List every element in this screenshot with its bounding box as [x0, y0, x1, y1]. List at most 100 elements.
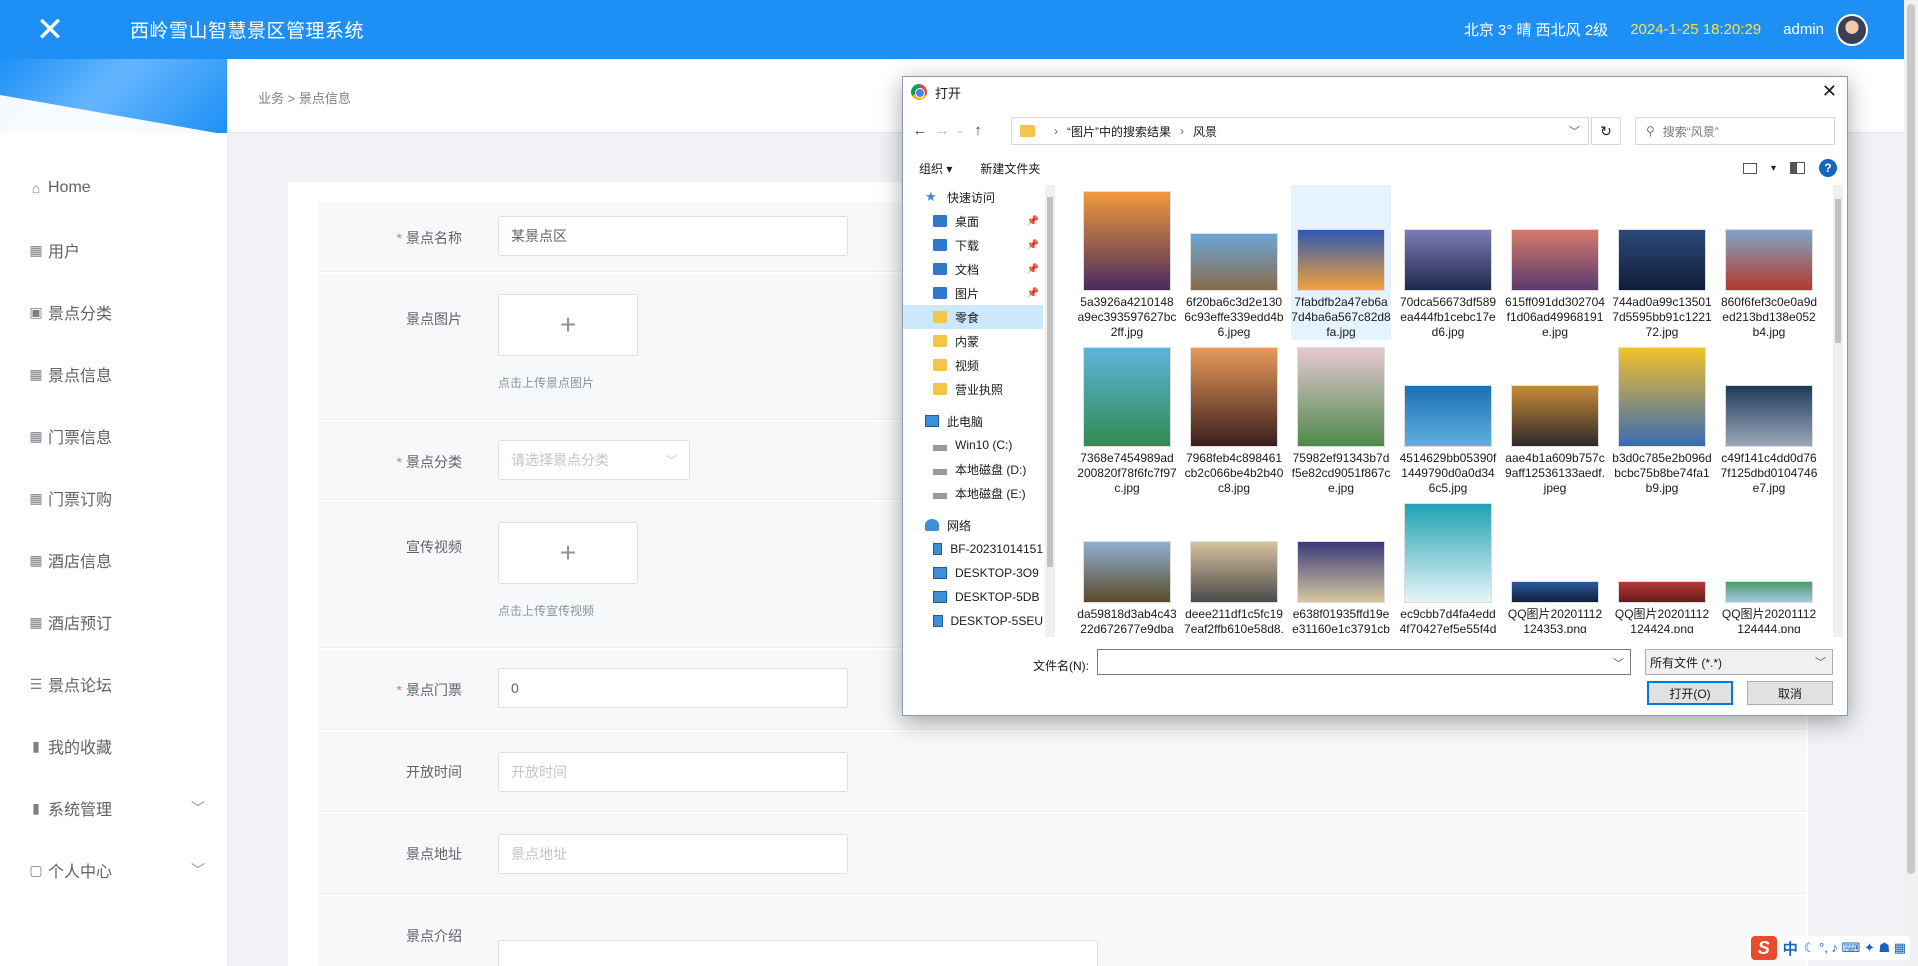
- file-item[interactable]: ec9cbb7d4fa4edd4f70427ef5e55f4d4.jpg: [1398, 497, 1498, 633]
- file-item[interactable]: QQ图片20201112124353.png: [1505, 497, 1605, 633]
- filetype-select[interactable]: 所有文件 (*.*) ﹀: [1645, 649, 1833, 675]
- organize-menu[interactable]: 组织 ▾: [919, 160, 952, 177]
- sidebar-item[interactable]: ▦ 门票订购: [0, 467, 227, 529]
- file-item[interactable]: 6f20ba6c3d2e1306c93effe339edd4b6.jpeg: [1184, 185, 1284, 340]
- nav-item[interactable]: 网络: [903, 513, 1043, 537]
- help-icon[interactable]: ?: [1819, 159, 1837, 177]
- back-arrow-icon[interactable]: ←: [909, 122, 931, 139]
- nav-item[interactable]: 零食: [903, 305, 1043, 329]
- cancel-button[interactable]: 取消: [1747, 681, 1833, 705]
- nav-item[interactable]: 内蒙: [903, 329, 1043, 353]
- address-bar[interactable]: › “图片”中的搜索结果 › 风景 ﹀: [1011, 117, 1589, 145]
- chevron-down-icon[interactable]: ﹀: [1613, 655, 1624, 671]
- search-input[interactable]: ⚲ 搜索“风景”: [1635, 117, 1835, 145]
- nav-item[interactable]: DESKTOP-3O9: [903, 561, 1043, 585]
- close-icon[interactable]: ✕: [0, 0, 100, 59]
- intro-textarea[interactable]: [498, 940, 1098, 966]
- address-segment[interactable]: 风景: [1193, 123, 1217, 140]
- ime-lang[interactable]: 中: [1783, 938, 1798, 959]
- file-item[interactable]: 7368e7454989ad200820f78f6fc7f97c.jpg: [1077, 341, 1177, 496]
- nav-scrollbar[interactable]: [1045, 185, 1055, 637]
- video-upload-button[interactable]: +: [498, 522, 638, 584]
- nav-item[interactable]: ★ 快速访问: [903, 185, 1043, 209]
- file-item[interactable]: aae4b1a609b757c9aff12536133aedf.jpeg: [1505, 341, 1605, 496]
- file-item[interactable]: da59818d3ab4c4322d672677e9dba405.jpg: [1077, 497, 1177, 633]
- avatar[interactable]: [1836, 13, 1868, 46]
- sidebar-item[interactable]: ☰ 景点论坛: [0, 653, 227, 715]
- file-item[interactable]: 860f6fef3c0e0a9ded213bd138e052b4.jpg: [1719, 185, 1819, 340]
- sidebar-item[interactable]: ▢ 个人中心 ﹀: [0, 839, 227, 901]
- ime-tray-icons[interactable]: ☾ °, ♪ ⌨ ✦ ☗ ▦: [1804, 940, 1906, 956]
- chevron-down-icon[interactable]: ﹀: [1569, 123, 1580, 139]
- open-time-input[interactable]: 开放时间: [498, 752, 848, 792]
- nav-item[interactable]: 文档 📌: [903, 257, 1043, 281]
- files-scrollbar[interactable]: [1833, 185, 1843, 637]
- ime-toolbar: S 中 ☾ °, ♪ ⌨ ✦ ☗ ▦: [1746, 936, 1910, 960]
- file-name: 7fabdfb2a47eb6a7d4ba6a567c82d8fa.jpg: [1291, 295, 1391, 339]
- sidebar-item[interactable]: ▮ 我的收藏: [0, 715, 227, 777]
- nav-item[interactable]: BF-20231014151: [903, 537, 1043, 561]
- nav-item-label: 内蒙: [955, 334, 980, 349]
- file-name: 744ad0a99c135017d5595bb91c122172.jpg: [1612, 295, 1712, 339]
- sidebar-item[interactable]: ▦ 酒店信息: [0, 529, 227, 591]
- file-item[interactable]: 615ff091dd302704f1d06ad49968191e.jpg: [1505, 185, 1605, 340]
- refresh-icon[interactable]: ↻: [1591, 117, 1621, 145]
- name-input[interactable]: 某景点区: [498, 216, 848, 256]
- nav-item[interactable]: 本地磁盘 (E:): [903, 481, 1043, 505]
- file-item[interactable]: 4514629bb05390f1449790d0a0d346c5.jpg: [1398, 341, 1498, 496]
- sidebar-item[interactable]: ▮ 系统管理 ﹀: [0, 777, 227, 839]
- file-item[interactable]: QQ图片20201112124444.png: [1719, 497, 1819, 633]
- file-item[interactable]: 5a3926a4210148a9ec393597627bc2ff.jpg: [1077, 185, 1177, 340]
- image-upload-button[interactable]: +: [498, 294, 638, 356]
- page-scrollbar-thumb[interactable]: [1907, 4, 1915, 874]
- sidebar-item[interactable]: ▦ 门票信息: [0, 405, 227, 467]
- sidebar-item[interactable]: ⌂ Home: [0, 157, 227, 219]
- forward-arrow-icon[interactable]: →: [931, 122, 953, 139]
- file-item[interactable]: deee211df1c5fc197eaf2ffb610e58d8.jpg: [1184, 497, 1284, 633]
- address-label: 景点地址: [406, 846, 462, 862]
- file-item[interactable]: e638f01935ffd19ee31160e1c3791cb2.jpg: [1291, 497, 1391, 633]
- up-arrow-icon[interactable]: ↑: [967, 122, 989, 139]
- filename-row: 文件名(N): ﹀ 所有文件 (*.*) ﹀: [903, 649, 1847, 679]
- nav-item[interactable]: 桌面 📌: [903, 209, 1043, 233]
- file-item[interactable]: 7fabdfb2a47eb6a7d4ba6a567c82d8fa.jpg: [1291, 185, 1391, 340]
- chevron-down-icon[interactable]: ▾: [1771, 163, 1776, 174]
- filename-input[interactable]: ﹀: [1097, 649, 1631, 675]
- nav-item[interactable]: DESKTOP-5DB: [903, 585, 1043, 609]
- close-icon[interactable]: ✕: [1822, 81, 1837, 102]
- address-input[interactable]: 景点地址: [498, 834, 848, 874]
- nav-item[interactable]: 营业执照: [903, 377, 1043, 401]
- history-dropdown-icon[interactable]: ⌄: [953, 125, 967, 136]
- menu-icon: ⌂: [31, 180, 41, 196]
- address-segment[interactable]: “图片”中的搜索结果: [1067, 123, 1171, 140]
- nav-scrollbar-thumb[interactable]: [1047, 197, 1053, 567]
- sidebar-item[interactable]: ▣ 景点分类: [0, 281, 227, 343]
- ticket-input[interactable]: 0: [498, 668, 848, 708]
- nav-item[interactable]: 此电脑: [903, 409, 1043, 433]
- sidebar-item[interactable]: ▦ 用户: [0, 219, 227, 281]
- nav-item[interactable]: 视频: [903, 353, 1043, 377]
- nav-item[interactable]: Win10 (C:): [903, 433, 1043, 457]
- nav-item[interactable]: 本地磁盘 (D:): [903, 457, 1043, 481]
- sidebar-item[interactable]: ▦ 酒店预订: [0, 591, 227, 653]
- view-mode-icon[interactable]: [1742, 162, 1757, 174]
- file-item[interactable]: c49f141c4dd0d767f125dbd0104746e7.jpg: [1719, 341, 1819, 496]
- nav-item[interactable]: 图片 📌: [903, 281, 1043, 305]
- category-select[interactable]: 请选择景点分类 ﹀: [498, 440, 690, 480]
- new-folder-button[interactable]: 新建文件夹: [980, 160, 1040, 177]
- file-item[interactable]: b3d0c785e2b096dbcbc75b8be74fa1b9.jpg: [1612, 341, 1712, 496]
- file-item[interactable]: QQ图片20201112124424.png: [1612, 497, 1712, 633]
- open-button[interactable]: 打开(O): [1647, 681, 1733, 705]
- file-item[interactable]: 75982ef91343b7df5e82cd9051f867ce.jpg: [1291, 341, 1391, 496]
- file-item[interactable]: 70dca56673df589ea444fb1cebc17ed6.jpg: [1398, 185, 1498, 340]
- sogou-logo[interactable]: S: [1750, 936, 1777, 960]
- preview-pane-icon[interactable]: [1790, 162, 1805, 174]
- file-item[interactable]: 744ad0a99c135017d5595bb91c122172.jpg: [1612, 185, 1712, 340]
- nav-item[interactable]: 下载 📌: [903, 233, 1043, 257]
- file-item[interactable]: 7968feb4c898461cb2c066be4b2b40c8.jpg: [1184, 341, 1284, 496]
- username[interactable]: admin: [1783, 21, 1824, 38]
- files-scrollbar-thumb[interactable]: [1835, 199, 1841, 343]
- nav-item[interactable]: DESKTOP-5SEU: [903, 609, 1043, 633]
- page-scrollbar[interactable]: [1904, 0, 1918, 966]
- sidebar-item[interactable]: ▦ 景点信息: [0, 343, 227, 405]
